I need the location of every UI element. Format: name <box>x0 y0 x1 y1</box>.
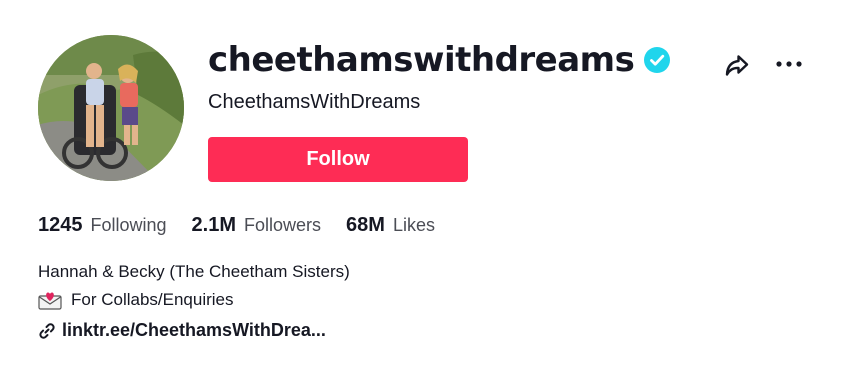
stat-likes: 68M Likes <box>346 214 435 237</box>
username-title: cheethamswithdreams <box>208 40 635 80</box>
follow-button[interactable]: Follow <box>208 137 468 182</box>
profile-bio: Hannah & Becky (The Cheetham Sisters) Fo… <box>38 258 350 314</box>
stat-following[interactable]: 1245 Following <box>38 214 167 237</box>
bio-line-2-text: For Collabs/Enquiries <box>71 290 234 309</box>
username-row: cheethamswithdreams <box>208 38 671 82</box>
avatar-photo <box>38 35 184 181</box>
bio-line-2: For Collabs/Enquiries <box>38 286 350 314</box>
profile-nickname: CheethamsWithDreams <box>208 91 421 113</box>
followers-count: 2.1M <box>191 214 237 236</box>
profile-stats: 1245 Following 2.1M Followers 68M Likes <box>38 214 460 237</box>
envelope-heart-icon <box>38 292 62 310</box>
stat-followers[interactable]: 2.1M Followers <box>192 214 322 237</box>
following-count: 1245 <box>38 214 83 236</box>
share-icon[interactable] <box>723 51 751 79</box>
likes-count: 68M <box>346 214 385 236</box>
profile-avatar[interactable] <box>38 35 184 181</box>
bio-link[interactable]: linktr.ee/CheethamsWithDrea... <box>38 320 326 341</box>
following-label: Following <box>90 215 167 235</box>
more-options-icon[interactable] <box>775 52 803 76</box>
link-icon <box>39 322 55 339</box>
followers-label: Followers <box>244 215 322 235</box>
bio-link-text: linktr.ee/CheethamsWithDrea... <box>62 320 326 340</box>
likes-label: Likes <box>392 215 435 235</box>
bio-line-1: Hannah & Becky (The Cheetham Sisters) <box>38 262 350 281</box>
verified-badge-icon <box>644 47 671 73</box>
